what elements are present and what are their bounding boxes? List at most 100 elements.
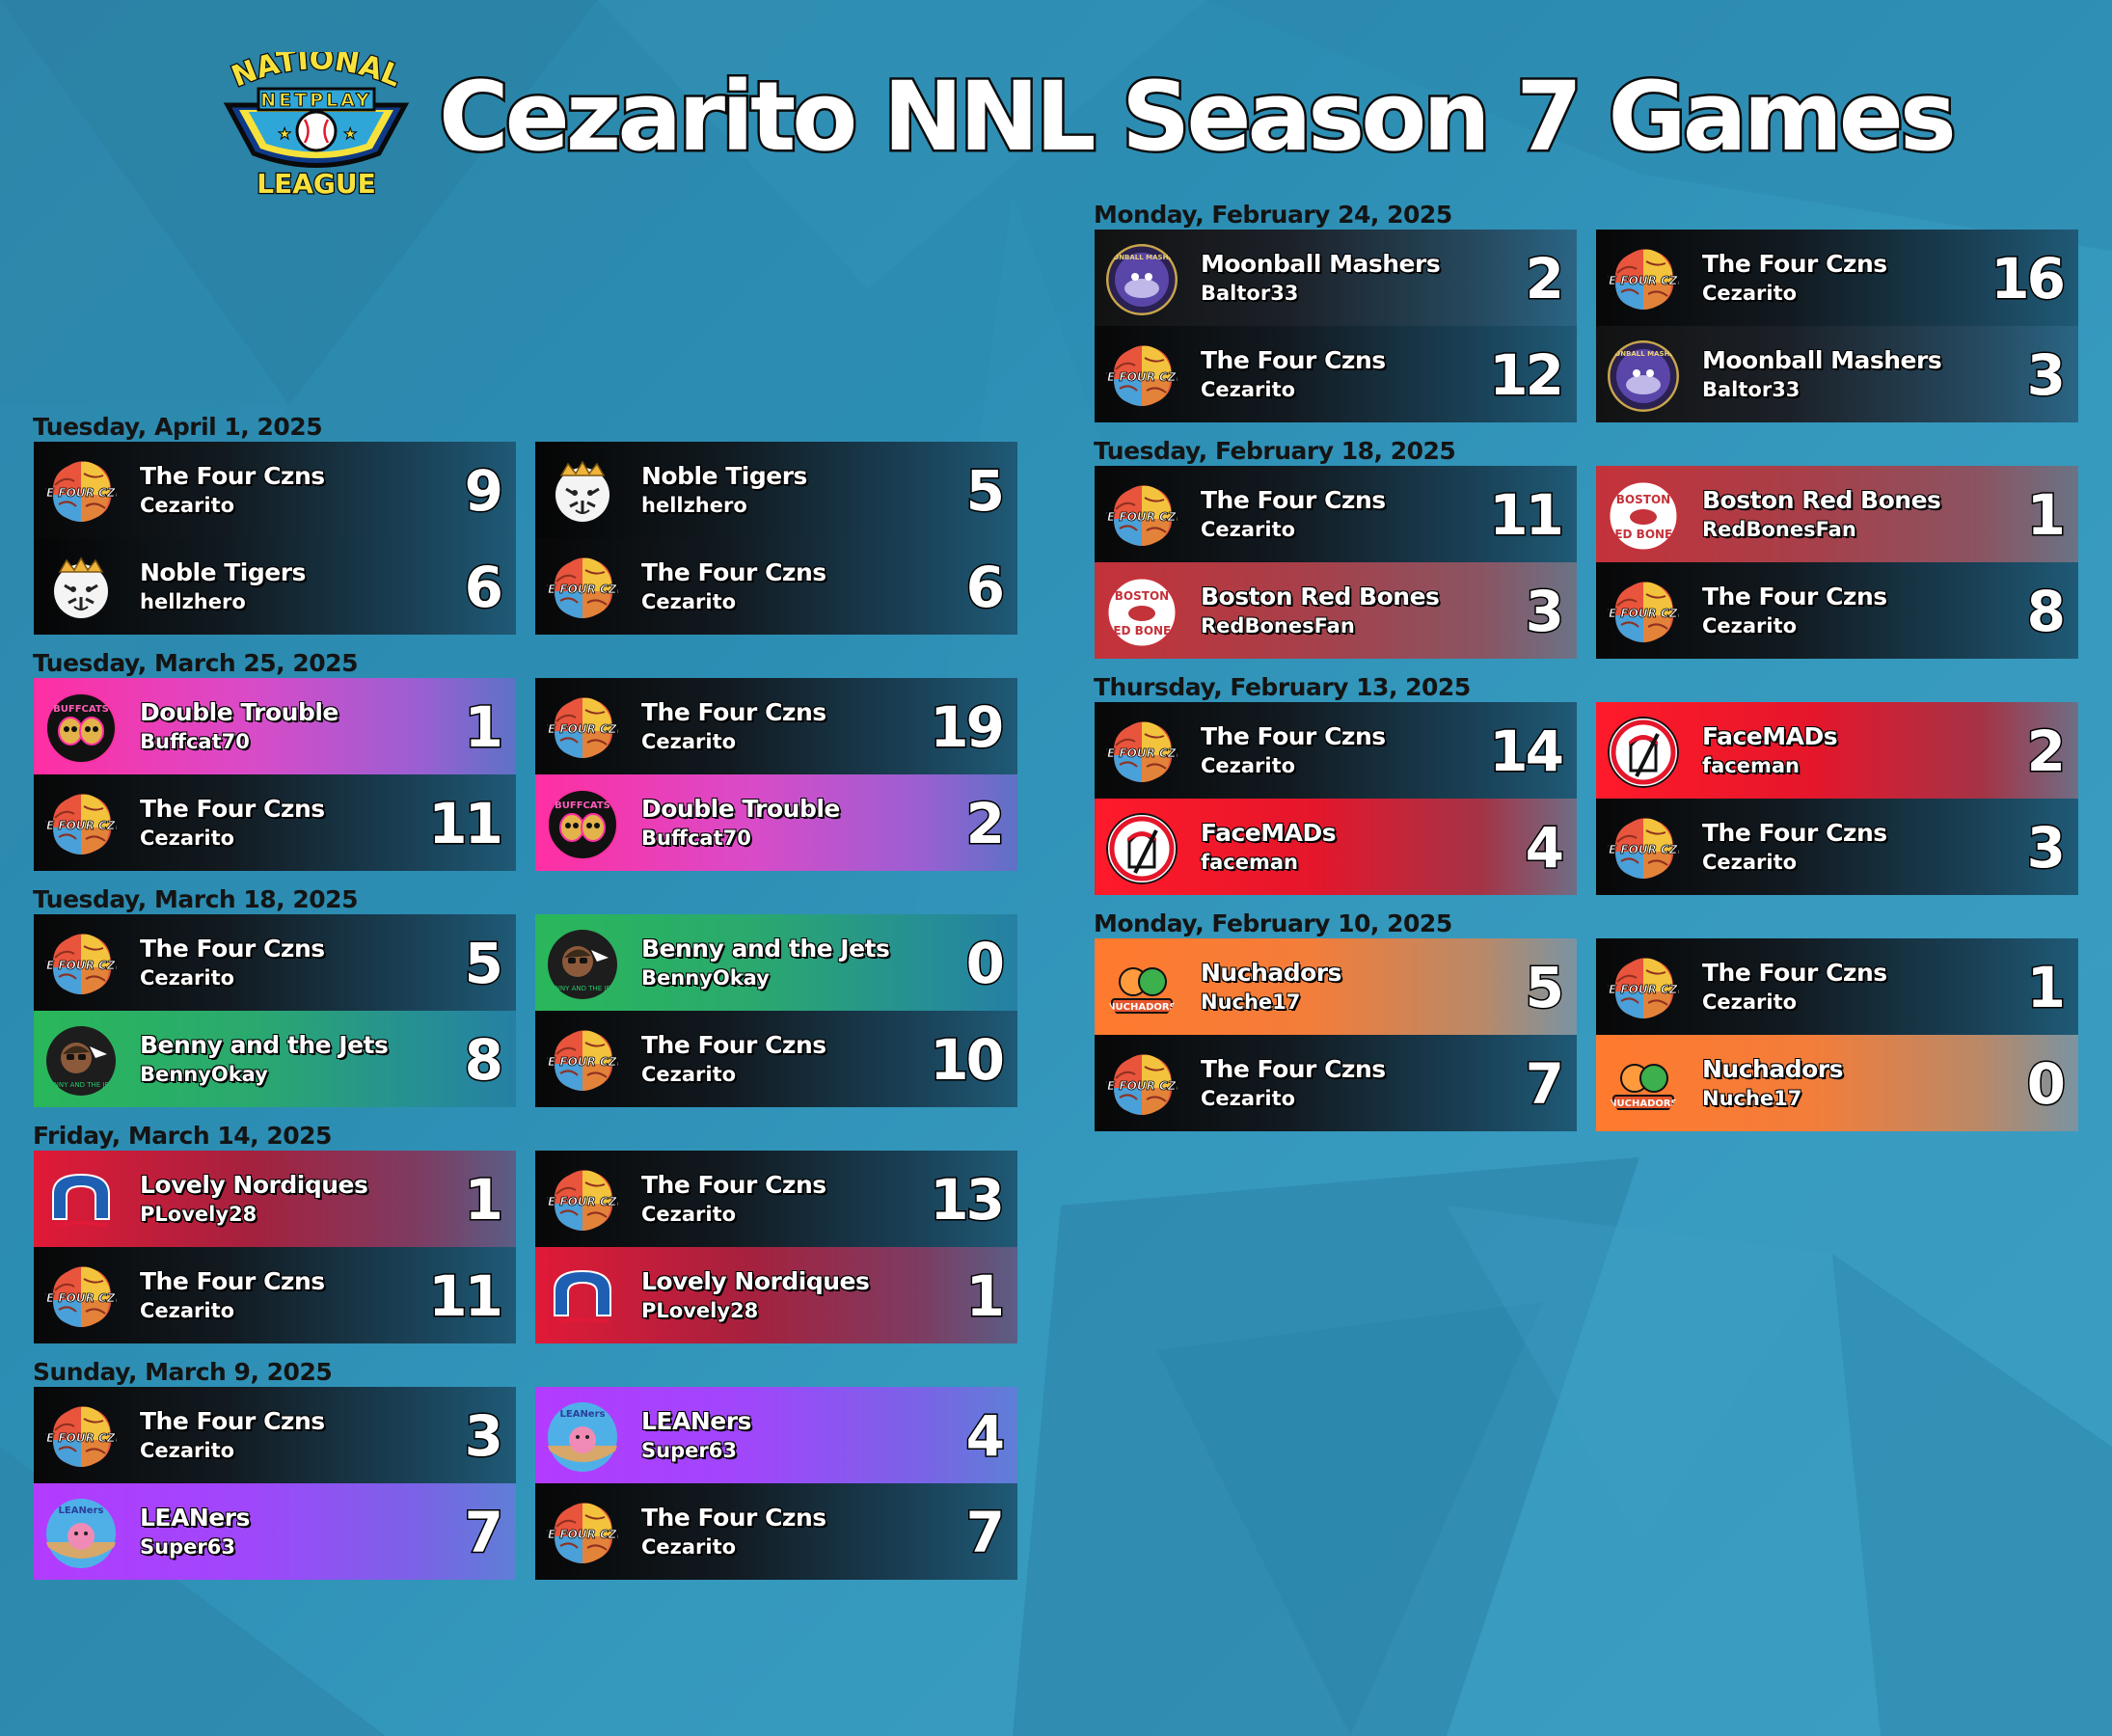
games-row: MOONBALL MASHERS Moonball Mashers Baltor33… — [1095, 230, 2078, 422]
team-info: FaceMADs faceman — [1702, 721, 2001, 779]
team-row: Lovely Nordiques PLovely28 1 — [34, 1151, 516, 1247]
team-row: MOONBALL MASHERS Moonball Mashers Baltor33… — [1095, 230, 1577, 326]
double-trouble-logo: BUFFCATS — [45, 692, 117, 764]
team-score: 2 — [1524, 245, 1565, 313]
team-info: Nuchadors Nuche17 — [1201, 958, 1500, 1016]
team-name: The Four Czns — [1702, 583, 1887, 610]
svg-text:THE FOUR CZNS: THE FOUR CZNS — [45, 959, 117, 972]
svg-text:MOONBALL MASHERS: MOONBALL MASHERS — [1106, 254, 1178, 261]
svg-text:NETPLAY: NETPLAY — [260, 90, 372, 111]
four-czns-logo: THE FOUR CZNS — [45, 934, 117, 994]
four-czns-logo: THE FOUR CZNS — [1608, 582, 1679, 642]
team-row: THE FOUR CZNS The Four Czns Cezarito 10 — [535, 1011, 1017, 1107]
svg-text:THE FOUR CZNS: THE FOUR CZNS — [1106, 1079, 1178, 1093]
team-name: The Four Czns — [641, 1031, 826, 1059]
player-name: Cezarito — [1201, 754, 1296, 777]
team-info: Double Trouble Buffcat70 — [641, 794, 940, 852]
svg-text:THE FOUR CZNS: THE FOUR CZNS — [45, 486, 117, 500]
team-name: The Four Czns — [1702, 819, 1887, 847]
svg-text:MOONBALL MASHERS: MOONBALL MASHERS — [1608, 350, 1679, 358]
player-name: Cezarito — [1702, 990, 1798, 1014]
team-info: The Four Czns Cezarito — [140, 934, 439, 991]
four-czns-logo: THE FOUR CZNS — [1106, 485, 1178, 546]
team-name: Lovely Nordiques — [140, 1171, 368, 1199]
game-card: THE FOUR CZNS The Four Czns Cezarito 9 Nobl… — [34, 442, 516, 635]
player-name: hellzhero — [641, 494, 747, 517]
four-czns-logo: THE FOUR CZNS — [45, 461, 117, 522]
game-card: FaceMADs faceman 2 THE FOUR CZNS The Four C… — [1596, 702, 2078, 895]
team-info: Noble Tigers hellzhero — [140, 557, 439, 615]
games-row: THE FOUR CZNS The Four Czns Cezarito 11 BOS… — [1095, 466, 2078, 659]
player-name: Cezarito — [641, 590, 737, 613]
team-name: The Four Czns — [1201, 722, 1386, 750]
team-score: 3 — [463, 1402, 504, 1471]
team-row: THE FOUR CZNS The Four Czns Cezarito 19 — [535, 678, 1017, 774]
svg-text:LEANers: LEANers — [560, 1409, 606, 1420]
player-name: Cezarito — [140, 1299, 235, 1322]
team-score: 7 — [1524, 1050, 1565, 1119]
player-name: Nuche17 — [1201, 990, 1301, 1014]
team-name: The Four Czns — [641, 1504, 826, 1532]
team-info: The Four Czns Cezarito — [140, 461, 439, 519]
right-schedule-column: Monday, February 24, 2025 MOONBALL MASHE… — [1094, 201, 2078, 1146]
date-group: Tuesday, February 18, 2025 THE FOUR CZNS… — [1094, 437, 2078, 659]
team-score: 5 — [964, 457, 1006, 526]
team-name: Lovely Nordiques — [641, 1267, 870, 1295]
svg-text:THE FOUR CZNS: THE FOUR CZNS — [1608, 607, 1679, 620]
team-row: Lovely Nordiques PLovely28 1 — [535, 1247, 1017, 1343]
team-score: 5 — [1524, 954, 1565, 1022]
svg-text:BOSTON: BOSTON — [1616, 493, 1670, 506]
team-info: Boston Red Bones RedBonesFan — [1201, 582, 1500, 639]
team-row: THE FOUR CZNS The Four Czns Cezarito 7 — [1095, 1035, 1577, 1131]
four-czns-logo: THE FOUR CZNS — [1608, 958, 1679, 1018]
leaners-logo: LEANers — [548, 1402, 617, 1472]
team-score: 14 — [1488, 718, 1566, 786]
four-czns-logo: THE FOUR CZNS — [547, 1503, 618, 1563]
team-score: 4 — [1524, 814, 1565, 882]
svg-text:NUCHADORS: NUCHADORS — [1609, 1099, 1678, 1109]
svg-text:THE FOUR CZNS: THE FOUR CZNS — [1608, 843, 1679, 856]
team-row: BOSTON RED BONES Boston Red Bones RedBones… — [1095, 562, 1577, 659]
team-name: Benny and the Jets — [641, 935, 890, 963]
noble-tigers-logo — [54, 556, 108, 618]
four-czns-logo: THE FOUR CZNS — [1608, 249, 1679, 310]
team-row: NUCHADORS Nuchadors Nuche17 0 — [1596, 1035, 2078, 1131]
team-name: Moonball Mashers — [1702, 346, 1942, 374]
team-score: 4 — [964, 1402, 1006, 1471]
team-score: 10 — [929, 1026, 1007, 1095]
team-name: The Four Czns — [641, 698, 826, 726]
player-name: RedBonesFan — [1702, 518, 1856, 541]
team-score: 19 — [929, 693, 1007, 762]
game-card: BENNY AND THE JETS Benny and the Jets Benn… — [535, 914, 1017, 1107]
boston-red-bones-logo: BOSTON RED BONES — [1106, 577, 1178, 648]
team-score: 7 — [964, 1499, 1006, 1567]
player-name: PLovely28 — [140, 1203, 257, 1226]
team-info: The Four Czns Cezarito — [1702, 818, 2001, 876]
team-info: The Four Czns Cezarito — [641, 1170, 940, 1228]
date-group: Sunday, March 9, 2025 THE FOUR CZNS The F… — [33, 1358, 1017, 1580]
player-name: BennyOkay — [641, 966, 770, 990]
game-date: Tuesday, March 25, 2025 — [33, 649, 358, 677]
player-name: Buffcat70 — [641, 827, 751, 850]
lovely-nordiques-logo — [551, 1269, 614, 1325]
four-czns-logo: THE FOUR CZNS — [45, 1266, 117, 1327]
team-info: The Four Czns Cezarito — [641, 1503, 940, 1560]
team-row: NUCHADORS Nuchadors Nuche17 5 — [1095, 938, 1577, 1035]
team-score: 1 — [463, 1166, 504, 1234]
player-name: Cezarito — [140, 494, 235, 517]
benny-jets-logo: BENNY AND THE JETS — [45, 1026, 117, 1096]
team-info: The Four Czns Cezarito — [1201, 721, 1500, 779]
team-info: The Four Czns Cezarito — [1702, 958, 2001, 1016]
svg-text:THE FOUR CZNS: THE FOUR CZNS — [1106, 746, 1178, 760]
four-czns-logo: THE FOUR CZNS — [1106, 1054, 1178, 1115]
four-czns-logo: THE FOUR CZNS — [1106, 721, 1178, 782]
team-row: BOSTON RED BONES Boston Red Bones RedBones… — [1596, 466, 2078, 562]
team-info: LEANers Super63 — [140, 1503, 439, 1560]
game-card: Lovely Nordiques PLovely28 1 THE FOUR CZNS… — [34, 1151, 516, 1343]
team-name: Nuchadors — [1702, 1055, 1844, 1083]
date-group: Tuesday, April 1, 2025 THE FOUR CZNS The … — [33, 413, 1017, 635]
left-schedule-column: Tuesday, April 1, 2025 THE FOUR CZNS The … — [33, 413, 1017, 1594]
player-name: faceman — [1702, 754, 1801, 777]
team-name: Moonball Mashers — [1201, 250, 1441, 278]
team-row: BENNY AND THE JETS Benny and the Jets Benn… — [34, 1011, 516, 1107]
